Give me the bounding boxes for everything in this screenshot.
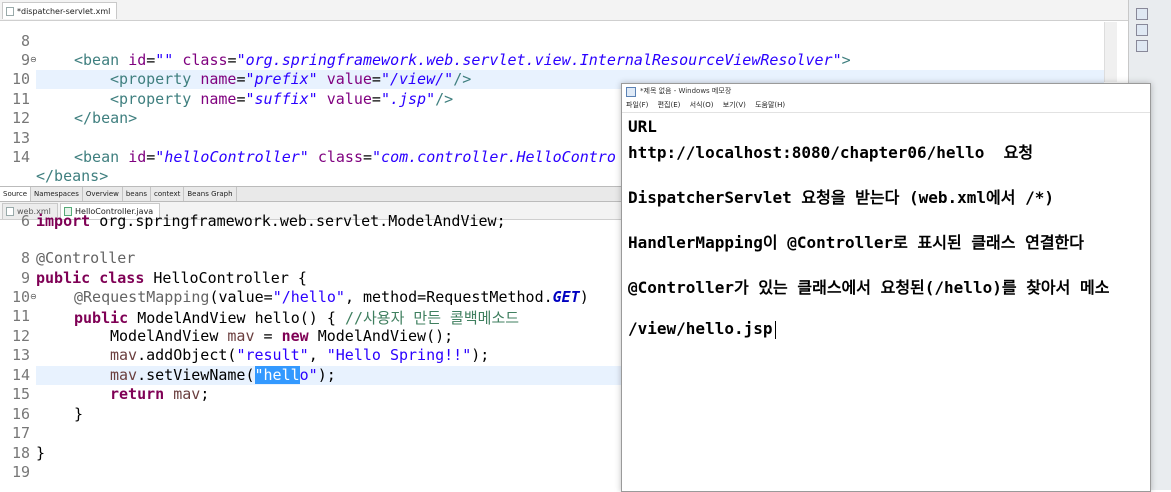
line-number: 16	[11, 405, 30, 423]
notepad-text-area[interactable]: URL http://localhost:8080/chapter06/hell…	[622, 112, 1150, 491]
line-number: 19	[11, 463, 30, 481]
notepad-menubar: 파일(F) 편집(E) 서식(O) 보기(V) 도움말(H)	[622, 98, 1150, 112]
tab-beans-graph[interactable]: Beans Graph	[184, 187, 237, 201]
code-line: <property name="prefix" value="/view/"/>	[110, 70, 472, 88]
line-number: 14	[11, 366, 30, 384]
vertical-scrollbar[interactable]	[1104, 22, 1117, 82]
menu-help[interactable]: 도움말(H)	[755, 101, 785, 109]
text-line: http://localhost:8080/chapter06/hello 요청	[628, 143, 1034, 162]
tab-dispatcher-servlet[interactable]: *dispatcher-servlet.xml	[2, 2, 118, 19]
notepad-icon	[626, 87, 636, 97]
menu-edit[interactable]: 편집(E)	[658, 101, 681, 109]
line-number: 12	[11, 109, 30, 127]
code-line: <bean id="" class="org.springframework.w…	[74, 51, 851, 69]
line-number: 10	[11, 288, 30, 306]
menu-view[interactable]: 보기(V)	[723, 101, 746, 109]
code-line: </beans>	[36, 167, 109, 185]
line-number: 9	[20, 51, 30, 69]
code-line: <property name="suffix" value=".jsp"/>	[110, 90, 454, 108]
tab-overview[interactable]: Overview	[83, 187, 123, 201]
console-icon[interactable]	[1136, 40, 1148, 52]
text-caret	[774, 320, 776, 339]
code-line: }	[74, 405, 84, 423]
code-line: @RequestMapping(value="/hello", method=R…	[74, 288, 589, 306]
code-line: <bean id="helloController" class="com.co…	[74, 148, 616, 166]
text-selection: "hell	[254, 366, 300, 384]
tab-source[interactable]: Source	[0, 187, 32, 201]
code-line: public ModelAndView hello() { //사용자 만든 콜…	[74, 309, 520, 327]
code-line: import org.springframework.web.servlet.M…	[36, 212, 506, 230]
text-line: @Controller가 있는 클래스에서 요청된(/hello)를 찾아서 메…	[628, 278, 1110, 297]
line-number: 10	[11, 70, 30, 88]
menu-file[interactable]: 파일(F)	[626, 101, 648, 109]
code-line: }	[36, 444, 46, 462]
outline-icon[interactable]	[1136, 8, 1148, 20]
tab-label: *dispatcher-servlet.xml	[17, 7, 111, 16]
text-line-content: /view/hello.jsp	[628, 319, 773, 338]
line-number: 9	[20, 269, 30, 287]
code-line: mav.setViewName("hello");	[110, 366, 336, 384]
tab-context[interactable]: context	[151, 187, 185, 201]
line-number: 11	[11, 307, 30, 325]
fold-toggle-icon[interactable]: ⊖	[30, 55, 37, 64]
tab-beans[interactable]: beans	[123, 187, 151, 201]
line-number: 11	[11, 90, 30, 108]
line-number: 13	[11, 346, 30, 364]
line-number: 14	[11, 148, 30, 166]
code-line: mav.addObject("result", "Hello Spring!!"…	[110, 346, 490, 364]
notepad-window[interactable]: *제목 없음 - Windows 메모장 파일(F) 편집(E) 서식(O) 보…	[621, 83, 1151, 492]
line-number: 12	[11, 327, 30, 345]
xml-file-icon	[6, 7, 14, 16]
xml-editor-page-tabs: Source Namespaces Overview beans context…	[0, 186, 622, 202]
window-title: *제목 없음 - Windows 메모장	[640, 87, 732, 95]
xml-editor-tabbar: *dispatcher-servlet.xml	[0, 0, 1128, 21]
notepad-titlebar[interactable]: *제목 없음 - Windows 메모장	[622, 84, 1150, 98]
text-line: /view/hello.jsp	[628, 319, 776, 339]
line-number: 6	[20, 212, 30, 230]
menu-format[interactable]: 서식(O)	[690, 101, 714, 109]
tab-namespaces[interactable]: Namespaces	[31, 187, 83, 201]
fold-toggle-icon[interactable]: ⊖	[30, 292, 37, 301]
code-line: public class HelloController {	[36, 269, 307, 287]
line-number: 17	[11, 424, 30, 442]
line-number: 8	[20, 32, 30, 50]
line-number: 13	[11, 129, 30, 147]
text-line: URL	[628, 117, 657, 136]
code-line: return mav;	[110, 385, 210, 403]
line-number: 18	[11, 444, 30, 462]
code-line: </bean>	[74, 109, 138, 127]
text-line: HandlerMapping이 @Controller로 표시된 클래스 연결한…	[628, 233, 1084, 252]
line-number: 8	[20, 249, 30, 267]
code-line: ModelAndView mav = new ModelAndView();	[110, 327, 454, 345]
text-line: DispatcherServlet 요청을 받는다 (web.xml에서 /*)	[628, 188, 1055, 207]
line-number: 15	[11, 385, 30, 403]
task-list-icon[interactable]	[1136, 24, 1148, 36]
code-line: @Controller	[36, 249, 136, 267]
